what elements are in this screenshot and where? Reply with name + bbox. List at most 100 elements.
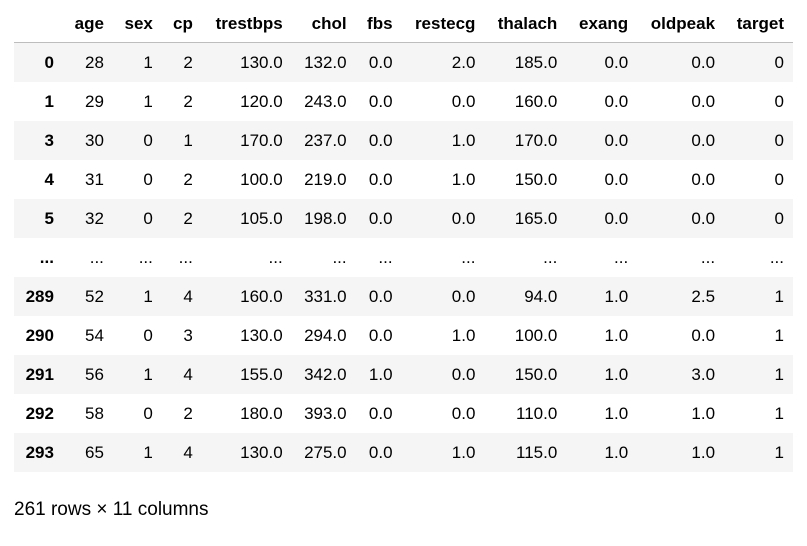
- cell-chol: 294.0: [304, 325, 347, 345]
- cell-cp: 2: [183, 91, 193, 111]
- cell-exang: 1.0: [604, 403, 629, 423]
- cell-fbs: 0.0: [368, 169, 393, 189]
- table-row: 289 52 1 4 160.0 331.0 0.0 0.0 94.0 1.0 2.5 1: [14, 277, 793, 316]
- cell-chol: 237.0: [304, 130, 347, 150]
- cell-target: 0: [774, 52, 784, 72]
- cell-trestbps: 155.0: [240, 364, 283, 384]
- cell-fbs: 0.0: [368, 325, 393, 345]
- cell-thalach: 165.0: [514, 208, 558, 228]
- cell-oldpeak: 2.5: [691, 286, 716, 306]
- cell-trestbps: 105.0: [240, 208, 283, 228]
- cell-target: 0: [774, 130, 784, 150]
- cell-exang: 1.0: [604, 286, 629, 306]
- column-header-fbs: fbs: [355, 6, 402, 43]
- cell-target: ...: [769, 247, 784, 267]
- cell-thalach: 150.0: [514, 169, 558, 189]
- cell-restecg: 1.0: [451, 130, 476, 150]
- cell-restecg: 1.0: [451, 169, 476, 189]
- table-row: 293 65 1 4 130.0 275.0 0.0 1.0 115.0 1.0 1.0 1: [14, 433, 793, 472]
- cell-fbs: 0.0: [368, 91, 393, 111]
- cell-chol: 275.0: [304, 442, 347, 462]
- cell-trestbps: 170.0: [240, 130, 283, 150]
- cell-thalach: 160.0: [514, 91, 558, 111]
- cell-sex: 1: [143, 286, 153, 306]
- column-header-cp: cp: [161, 6, 202, 43]
- cell-age: 30: [84, 130, 104, 150]
- column-header-sex: sex: [112, 6, 162, 43]
- dataframe-table: age sex cp trestbps chol fbs restecg thalach exa…: [14, 6, 793, 472]
- table-row: 3 30 0 1 170.0 237.0 0.0 1.0 170.0 0.0 0.0 0: [14, 121, 793, 160]
- cell-target: 1: [774, 286, 784, 306]
- cell-restecg: 1.0: [451, 442, 476, 462]
- cell-thalach: 185.0: [514, 52, 558, 72]
- cell-sex: ...: [138, 247, 153, 267]
- cell-age: 52: [84, 286, 104, 306]
- row-index: 290: [25, 325, 54, 345]
- cell-exang: 1.0: [604, 364, 629, 384]
- cell-cp: ...: [178, 247, 193, 267]
- cell-chol: 198.0: [304, 208, 347, 228]
- cell-sex: 1: [143, 91, 153, 111]
- table-body: 0 28 1 2 130.0 132.0 0.0 2.0 185.0 0.0 0.0 0 1 29 1 2 12…: [14, 42, 793, 472]
- cell-sex: 0: [143, 130, 153, 150]
- dataframe-shape: 261 rows × 11 columns: [14, 499, 209, 520]
- cell-restecg: 2.0: [451, 52, 476, 72]
- column-header-oldpeak: oldpeak: [637, 6, 725, 43]
- table-row: 1 29 1 2 120.0 243.0 0.0 0.0 160.0 0.0 0.0 0: [14, 82, 793, 121]
- cell-oldpeak: 0.0: [691, 52, 716, 72]
- cell-sex: 0: [143, 403, 153, 423]
- column-header-exang: exang: [566, 6, 638, 43]
- cell-cp: 4: [183, 286, 193, 306]
- cell-cp: 2: [183, 208, 193, 228]
- cell-exang: 0.0: [604, 208, 629, 228]
- table-row: 290 54 0 3 130.0 294.0 0.0 1.0 100.0 1.0 0.0 1: [14, 316, 793, 355]
- cell-age: 29: [84, 91, 104, 111]
- cell-restecg: 0.0: [451, 403, 476, 423]
- cell-cp: 2: [183, 52, 193, 72]
- notebook-output: age sex cp trestbps chol fbs restecg thalach exa…: [0, 0, 807, 546]
- cell-target: 1: [774, 325, 784, 345]
- cell-age: ...: [89, 247, 104, 267]
- table-row: 5 32 0 2 105.0 198.0 0.0 0.0 165.0 0.0 0.0 0: [14, 199, 793, 238]
- cell-age: 56: [84, 364, 104, 384]
- column-header-target: target: [724, 6, 793, 43]
- cell-target: 1: [774, 364, 784, 384]
- cell-trestbps: 120.0: [240, 91, 283, 111]
- cell-cp: 3: [183, 325, 193, 345]
- table-row: 291 56 1 4 155.0 342.0 1.0 0.0 150.0 1.0 3.0 1: [14, 355, 793, 394]
- cell-target: 1: [774, 442, 784, 462]
- cell-oldpeak: 1.0: [691, 403, 716, 423]
- cell-thalach: 150.0: [514, 364, 558, 384]
- cell-age: 32: [84, 208, 104, 228]
- cell-restecg: 1.0: [451, 325, 476, 345]
- cell-restecg: ...: [461, 247, 476, 267]
- row-index: 293: [25, 442, 54, 462]
- cell-age: 31: [84, 169, 104, 189]
- cell-exang: 0.0: [604, 91, 629, 111]
- row-index: 292: [25, 403, 54, 423]
- row-index: 289: [25, 286, 54, 306]
- cell-trestbps: 130.0: [240, 442, 283, 462]
- column-header-thalach: thalach: [484, 6, 567, 43]
- cell-trestbps: 160.0: [240, 286, 283, 306]
- cell-target: 0: [774, 208, 784, 228]
- cell-sex: 0: [143, 169, 153, 189]
- cell-target: 0: [774, 169, 784, 189]
- cell-fbs: 1.0: [368, 364, 393, 384]
- cell-age: 28: [84, 52, 104, 72]
- cell-cp: 4: [183, 364, 193, 384]
- row-index: 3: [44, 130, 54, 150]
- cell-oldpeak: 0.0: [691, 208, 716, 228]
- cell-age: 54: [84, 325, 104, 345]
- cell-restecg: 0.0: [451, 364, 476, 384]
- cell-chol: ...: [332, 247, 347, 267]
- column-header-chol: chol: [291, 6, 356, 43]
- cell-cp: 1: [183, 130, 193, 150]
- cell-exang: 1.0: [604, 442, 629, 462]
- cell-exang: 0.0: [604, 52, 629, 72]
- cell-fbs: 0.0: [368, 403, 393, 423]
- index-header: [14, 6, 63, 43]
- cell-oldpeak: 0.0: [691, 130, 716, 150]
- cell-restecg: 0.0: [451, 286, 476, 306]
- cell-fbs: 0.0: [368, 52, 393, 72]
